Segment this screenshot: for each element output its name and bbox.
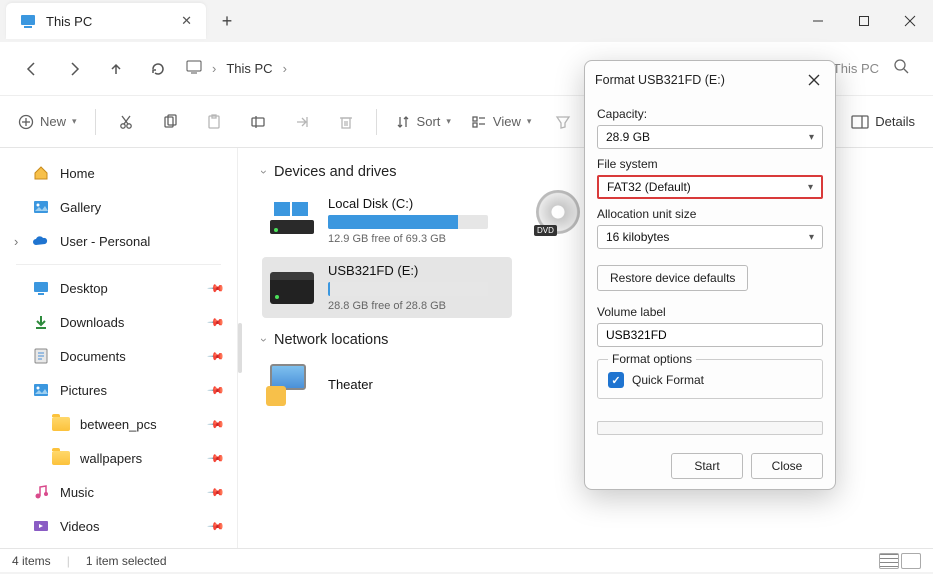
format-dialog: Format USB321FD (E:) Capacity: 28.9 GB▾ … xyxy=(584,60,836,490)
capacity-label: Capacity: xyxy=(597,107,823,121)
share-button xyxy=(282,104,322,140)
tab-this-pc[interactable]: This PC ✕ xyxy=(6,3,206,39)
breadcrumb-this-pc[interactable]: This PC xyxy=(226,61,272,76)
storage-bar xyxy=(328,215,488,229)
copy-button[interactable] xyxy=(150,104,190,140)
cut-button[interactable] xyxy=(106,104,146,140)
filesystem-select[interactable]: FAT32 (Default)▾ xyxy=(597,175,823,199)
pin-icon: 📌 xyxy=(207,347,226,366)
start-button[interactable]: Start xyxy=(671,453,743,479)
gallery-icon xyxy=(32,198,50,216)
refresh-button[interactable] xyxy=(138,49,178,89)
capacity-select[interactable]: 28.9 GB▾ xyxy=(597,125,823,149)
forward-button[interactable] xyxy=(54,49,94,89)
format-options-group: Format options Quick Format xyxy=(597,359,823,399)
dialog-close-button[interactable] xyxy=(803,69,825,91)
sidebar-item-pictures[interactable]: Pictures📌 xyxy=(4,373,233,407)
desktop-icon xyxy=(32,279,50,297)
chevron-down-icon: › xyxy=(257,170,271,174)
folder-icon xyxy=(52,415,70,433)
format-progress xyxy=(597,421,823,435)
sidebar-item-user[interactable]: User - Personal xyxy=(4,224,233,258)
status-item-count: 4 items xyxy=(12,554,51,568)
chevron-down-icon: ▾ xyxy=(808,182,813,193)
onedrive-icon xyxy=(32,232,50,250)
pin-icon: 📌 xyxy=(207,449,226,468)
downloads-icon xyxy=(32,313,50,331)
filter-button xyxy=(543,104,583,140)
paste-button xyxy=(194,104,234,140)
titlebar: This PC ✕ + xyxy=(0,0,933,42)
dvd-drive-icon[interactable]: DVD xyxy=(536,190,580,234)
delete-button xyxy=(326,104,366,140)
pin-icon: 📌 xyxy=(207,313,226,332)
sidebar-item-videos[interactable]: Videos📌 xyxy=(4,509,233,543)
chevron-down-icon: › xyxy=(257,338,271,342)
chevron-down-icon: ▾ xyxy=(809,232,814,243)
close-window-button[interactable] xyxy=(887,0,933,42)
sidebar-item-desktop[interactable]: Desktop📌 xyxy=(4,271,233,305)
filesystem-label: File system xyxy=(597,157,823,171)
storage-bar xyxy=(328,282,488,296)
up-button[interactable] xyxy=(96,49,136,89)
pin-icon: 📌 xyxy=(207,483,226,502)
sidebar-item-home[interactable]: Home xyxy=(4,156,233,190)
sort-button[interactable]: Sort▾ xyxy=(387,104,459,140)
details-pane-button[interactable]: Details xyxy=(843,104,923,140)
maximize-button[interactable] xyxy=(841,0,887,42)
documents-icon xyxy=(32,347,50,365)
usb-drive-icon xyxy=(270,272,314,304)
back-button[interactable] xyxy=(12,49,52,89)
pictures-icon xyxy=(32,381,50,399)
pin-icon: 📌 xyxy=(207,279,226,298)
monitor-icon xyxy=(186,59,202,78)
quick-format-checkbox[interactable]: Quick Format xyxy=(608,372,812,388)
view-list-icon[interactable] xyxy=(879,553,899,569)
sidebar-item-wallpapers[interactable]: wallpapers📌 xyxy=(4,441,233,475)
media-device-icon xyxy=(270,364,314,404)
statusbar: 4 items | 1 item selected xyxy=(0,548,933,572)
music-icon xyxy=(32,483,50,501)
close-button[interactable]: Close xyxy=(751,453,823,479)
checkbox-checked-icon xyxy=(608,372,624,388)
dialog-title: Format USB321FD (E:) xyxy=(595,73,803,87)
pin-icon: 📌 xyxy=(207,415,226,434)
rename-button[interactable] xyxy=(238,104,278,140)
sidebar-item-music[interactable]: Music📌 xyxy=(4,475,233,509)
network-theater[interactable]: Theater xyxy=(262,358,512,410)
pin-icon: 📌 xyxy=(207,517,226,536)
view-button[interactable]: View▾ xyxy=(463,104,539,140)
search-icon[interactable] xyxy=(881,58,921,79)
sidebar: Home Gallery User - Personal Desktop📌 Do… xyxy=(0,148,238,548)
drive-usb-e[interactable]: USB321FD (E:) 28.8 GB free of 28.8 GB xyxy=(262,257,512,318)
new-tab-button[interactable]: + xyxy=(206,11,248,32)
view-grid-icon[interactable] xyxy=(901,553,921,569)
videos-icon xyxy=(32,517,50,535)
this-pc-icon xyxy=(20,13,36,29)
sidebar-item-gallery[interactable]: Gallery xyxy=(4,190,233,224)
volume-label-label: Volume label xyxy=(597,305,823,319)
allocation-label: Allocation unit size xyxy=(597,207,823,221)
volume-label-input[interactable] xyxy=(597,323,823,347)
minimize-button[interactable] xyxy=(795,0,841,42)
tab-close-icon[interactable]: ✕ xyxy=(181,13,192,29)
tab-title: This PC xyxy=(46,14,171,29)
home-icon xyxy=(32,164,50,182)
pin-icon: 📌 xyxy=(207,381,226,400)
sidebar-item-downloads[interactable]: Downloads📌 xyxy=(4,305,233,339)
sidebar-item-between-pcs[interactable]: between_pcs📌 xyxy=(4,407,233,441)
restore-defaults-button[interactable]: Restore device defaults xyxy=(597,265,748,291)
windows-drive-icon xyxy=(270,200,314,236)
drive-local-c[interactable]: Local Disk (C:) 12.9 GB free of 69.3 GB xyxy=(262,190,512,251)
chevron-down-icon: ▾ xyxy=(809,132,814,143)
folder-icon xyxy=(52,449,70,467)
new-button[interactable]: New ▾ xyxy=(10,104,85,140)
sidebar-item-documents[interactable]: Documents📌 xyxy=(4,339,233,373)
status-selected: 1 item selected xyxy=(86,554,167,568)
allocation-select[interactable]: 16 kilobytes▾ xyxy=(597,225,823,249)
